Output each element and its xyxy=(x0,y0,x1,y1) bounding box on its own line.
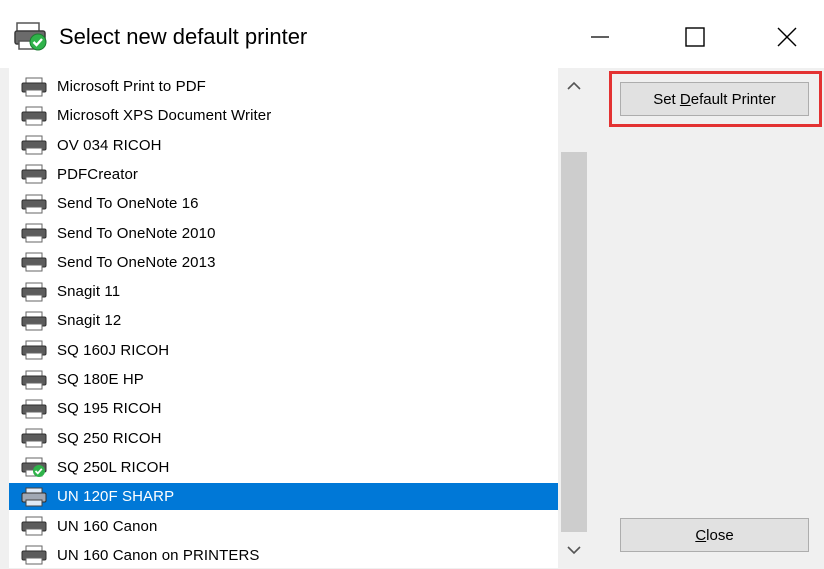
printer-list-item-selected[interactable]: UN 120F SHARP xyxy=(9,483,558,511)
printer-list-item[interactable]: SQ 195 RICOH xyxy=(9,395,558,422)
printer-icon xyxy=(21,164,47,184)
default-printer-icon xyxy=(21,457,47,478)
printer-list-item[interactable]: SQ 250 RICOH xyxy=(9,425,558,452)
scroll-down-button[interactable] xyxy=(558,532,590,568)
printer-list[interactable]: Microsoft Print to PDF Microsoft XPS Docu… xyxy=(9,68,590,568)
minimize-button[interactable] xyxy=(565,14,635,60)
printer-list-item[interactable]: Microsoft XPS Document Writer xyxy=(9,102,558,129)
printer-name: UN 120F SHARP xyxy=(57,488,175,506)
close-button[interactable]: Close xyxy=(620,518,809,552)
printer-icon xyxy=(21,77,47,97)
printer-name: OV 034 RICOH xyxy=(57,136,162,154)
printer-list-item[interactable]: UN 160 Canon xyxy=(9,513,558,540)
printer-icon xyxy=(21,487,47,507)
printer-icon xyxy=(21,311,47,331)
close-label-suffix: lose xyxy=(706,526,734,544)
close-icon xyxy=(777,27,797,47)
vertical-scrollbar[interactable] xyxy=(558,68,590,568)
printer-name: Send To OneNote 2013 xyxy=(57,253,216,271)
printer-list-item[interactable]: Microsoft Print to PDF xyxy=(9,73,558,100)
close-mnemonic: C xyxy=(695,526,707,544)
printer-name: SQ 160J RICOH xyxy=(57,341,170,359)
title-bar: Select new default printer xyxy=(0,0,824,68)
printer-name: Microsoft Print to PDF xyxy=(57,78,206,95)
printer-icon xyxy=(21,106,47,126)
printer-name: Microsoft XPS Document Writer xyxy=(57,107,272,125)
window-title: Select new default printer xyxy=(59,24,308,49)
printer-name: Snagit 11 xyxy=(57,283,121,301)
printer-list-item[interactable]: UN 160 Canon on PRINTERS xyxy=(9,542,558,568)
printer-icon xyxy=(21,340,47,360)
printer-name: PDFCreator xyxy=(57,165,139,183)
minimize-icon xyxy=(591,36,609,38)
printer-name: UN 160 Canon on PRINTERS xyxy=(57,546,260,564)
scroll-thumb[interactable] xyxy=(561,152,587,532)
printer-name: SQ 250L RICOH xyxy=(57,458,170,476)
printer-list-item[interactable]: SQ 160J RICOH xyxy=(9,337,558,364)
printer-list-item[interactable]: SQ 250L RICOH xyxy=(9,454,558,481)
printer-list-item[interactable]: SQ 180E HP xyxy=(9,366,558,393)
chevron-up-icon xyxy=(567,81,581,90)
printer-name: SQ 195 RICOH xyxy=(57,400,162,418)
printer-icon xyxy=(21,223,47,243)
printer-name: SQ 180E HP xyxy=(57,371,144,388)
printer-icon xyxy=(21,428,47,448)
printer-icon xyxy=(21,282,47,302)
printer-list-item[interactable]: OV 034 RICOH xyxy=(9,132,558,159)
set-default-printer-button[interactable]: Set Default Printer xyxy=(620,82,809,116)
chevron-down-icon xyxy=(567,546,581,555)
printer-name: Snagit 12 xyxy=(57,312,122,330)
printer-name: Send To OneNote 16 xyxy=(57,195,199,213)
maximize-button[interactable] xyxy=(660,14,730,60)
printer-icon xyxy=(21,516,47,536)
printer-icon xyxy=(21,194,47,214)
printer-icon xyxy=(21,135,47,155)
printer-icon xyxy=(21,399,47,419)
printer-name: SQ 250 RICOH xyxy=(57,429,162,447)
set-default-mnemonic: D xyxy=(679,90,691,108)
printer-name: Send To OneNote 2010 xyxy=(57,224,216,242)
printer-name: UN 160 Canon xyxy=(57,517,158,535)
set-default-label-prefix: Set xyxy=(653,90,680,108)
printer-default-icon xyxy=(14,22,47,51)
printer-icon xyxy=(21,252,47,272)
printer-list-item[interactable]: PDFCreator xyxy=(9,161,558,188)
printer-icon xyxy=(21,370,47,390)
printer-list-item[interactable]: Send To OneNote 2013 xyxy=(9,249,558,276)
printer-list-item[interactable]: Send To OneNote 2010 xyxy=(9,220,558,247)
maximize-icon xyxy=(685,27,705,47)
scroll-up-button[interactable] xyxy=(558,68,590,104)
printer-icon xyxy=(21,545,47,565)
printer-list-item[interactable]: Snagit 12 xyxy=(9,307,558,334)
close-window-button[interactable] xyxy=(752,14,822,60)
set-default-label-suffix: efault Printer xyxy=(690,90,776,108)
printer-list-item[interactable]: Snagit 11 xyxy=(9,278,558,305)
printer-list-item[interactable]: Send To OneNote 16 xyxy=(9,190,558,217)
